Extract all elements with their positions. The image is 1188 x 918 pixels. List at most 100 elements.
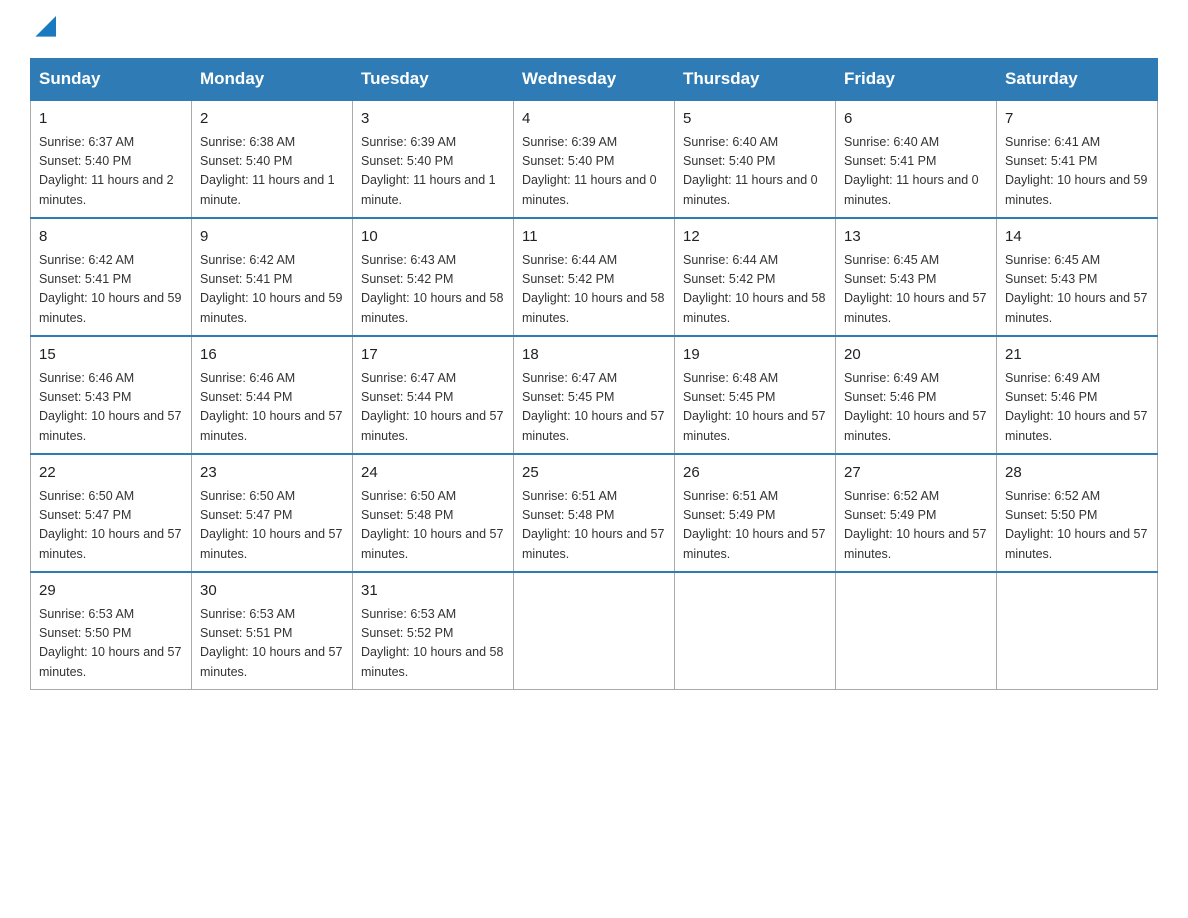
day-number: 20 bbox=[844, 344, 988, 367]
day-info: Sunrise: 6:46 AMSunset: 5:44 PMDaylight:… bbox=[200, 369, 344, 447]
day-number: 24 bbox=[361, 462, 505, 485]
day-number: 28 bbox=[1005, 462, 1149, 485]
day-number: 12 bbox=[683, 226, 827, 249]
calendar-cell: 5Sunrise: 6:40 AMSunset: 5:40 PMDaylight… bbox=[675, 100, 836, 218]
day-info: Sunrise: 6:53 AMSunset: 5:51 PMDaylight:… bbox=[200, 605, 344, 683]
calendar-week-row: 8Sunrise: 6:42 AMSunset: 5:41 PMDaylight… bbox=[31, 218, 1158, 336]
logo bbox=[30, 20, 56, 40]
calendar-cell: 7Sunrise: 6:41 AMSunset: 5:41 PMDaylight… bbox=[997, 100, 1158, 218]
calendar-cell: 31Sunrise: 6:53 AMSunset: 5:52 PMDayligh… bbox=[353, 572, 514, 690]
day-info: Sunrise: 6:42 AMSunset: 5:41 PMDaylight:… bbox=[200, 251, 344, 329]
header-friday: Friday bbox=[836, 59, 997, 101]
day-info: Sunrise: 6:53 AMSunset: 5:52 PMDaylight:… bbox=[361, 605, 505, 683]
calendar-cell: 30Sunrise: 6:53 AMSunset: 5:51 PMDayligh… bbox=[192, 572, 353, 690]
day-info: Sunrise: 6:52 AMSunset: 5:49 PMDaylight:… bbox=[844, 487, 988, 565]
calendar-cell: 14Sunrise: 6:45 AMSunset: 5:43 PMDayligh… bbox=[997, 218, 1158, 336]
calendar-cell: 28Sunrise: 6:52 AMSunset: 5:50 PMDayligh… bbox=[997, 454, 1158, 572]
day-info: Sunrise: 6:45 AMSunset: 5:43 PMDaylight:… bbox=[1005, 251, 1149, 329]
day-number: 26 bbox=[683, 462, 827, 485]
day-info: Sunrise: 6:39 AMSunset: 5:40 PMDaylight:… bbox=[522, 133, 666, 211]
header-wednesday: Wednesday bbox=[514, 59, 675, 101]
day-info: Sunrise: 6:49 AMSunset: 5:46 PMDaylight:… bbox=[844, 369, 988, 447]
calendar-cell: 24Sunrise: 6:50 AMSunset: 5:48 PMDayligh… bbox=[353, 454, 514, 572]
calendar-cell: 22Sunrise: 6:50 AMSunset: 5:47 PMDayligh… bbox=[31, 454, 192, 572]
day-number: 1 bbox=[39, 108, 183, 131]
calendar-cell bbox=[836, 572, 997, 690]
day-number: 11 bbox=[522, 226, 666, 249]
day-number: 15 bbox=[39, 344, 183, 367]
header-saturday: Saturday bbox=[997, 59, 1158, 101]
calendar-cell: 15Sunrise: 6:46 AMSunset: 5:43 PMDayligh… bbox=[31, 336, 192, 454]
day-info: Sunrise: 6:40 AMSunset: 5:41 PMDaylight:… bbox=[844, 133, 988, 211]
day-info: Sunrise: 6:48 AMSunset: 5:45 PMDaylight:… bbox=[683, 369, 827, 447]
calendar-cell: 3Sunrise: 6:39 AMSunset: 5:40 PMDaylight… bbox=[353, 100, 514, 218]
day-number: 6 bbox=[844, 108, 988, 131]
day-info: Sunrise: 6:44 AMSunset: 5:42 PMDaylight:… bbox=[683, 251, 827, 329]
day-number: 13 bbox=[844, 226, 988, 249]
day-number: 9 bbox=[200, 226, 344, 249]
header-thursday: Thursday bbox=[675, 59, 836, 101]
day-number: 2 bbox=[200, 108, 344, 131]
header-monday: Monday bbox=[192, 59, 353, 101]
calendar-cell: 18Sunrise: 6:47 AMSunset: 5:45 PMDayligh… bbox=[514, 336, 675, 454]
calendar-cell: 10Sunrise: 6:43 AMSunset: 5:42 PMDayligh… bbox=[353, 218, 514, 336]
calendar-cell: 19Sunrise: 6:48 AMSunset: 5:45 PMDayligh… bbox=[675, 336, 836, 454]
calendar-body: 1Sunrise: 6:37 AMSunset: 5:40 PMDaylight… bbox=[31, 100, 1158, 690]
header-sunday: Sunday bbox=[31, 59, 192, 101]
calendar-cell: 2Sunrise: 6:38 AMSunset: 5:40 PMDaylight… bbox=[192, 100, 353, 218]
calendar-week-row: 22Sunrise: 6:50 AMSunset: 5:47 PMDayligh… bbox=[31, 454, 1158, 572]
day-number: 8 bbox=[39, 226, 183, 249]
day-info: Sunrise: 6:38 AMSunset: 5:40 PMDaylight:… bbox=[200, 133, 344, 211]
calendar-cell: 4Sunrise: 6:39 AMSunset: 5:40 PMDaylight… bbox=[514, 100, 675, 218]
calendar-cell bbox=[997, 572, 1158, 690]
calendar-week-row: 15Sunrise: 6:46 AMSunset: 5:43 PMDayligh… bbox=[31, 336, 1158, 454]
day-info: Sunrise: 6:51 AMSunset: 5:49 PMDaylight:… bbox=[683, 487, 827, 565]
day-number: 21 bbox=[1005, 344, 1149, 367]
calendar-cell: 20Sunrise: 6:49 AMSunset: 5:46 PMDayligh… bbox=[836, 336, 997, 454]
day-number: 30 bbox=[200, 580, 344, 603]
calendar-cell: 17Sunrise: 6:47 AMSunset: 5:44 PMDayligh… bbox=[353, 336, 514, 454]
day-number: 23 bbox=[200, 462, 344, 485]
calendar-cell: 21Sunrise: 6:49 AMSunset: 5:46 PMDayligh… bbox=[997, 336, 1158, 454]
day-info: Sunrise: 6:53 AMSunset: 5:50 PMDaylight:… bbox=[39, 605, 183, 683]
day-info: Sunrise: 6:42 AMSunset: 5:41 PMDaylight:… bbox=[39, 251, 183, 329]
day-info: Sunrise: 6:37 AMSunset: 5:40 PMDaylight:… bbox=[39, 133, 183, 211]
day-number: 7 bbox=[1005, 108, 1149, 131]
calendar-cell: 9Sunrise: 6:42 AMSunset: 5:41 PMDaylight… bbox=[192, 218, 353, 336]
day-number: 17 bbox=[361, 344, 505, 367]
day-info: Sunrise: 6:50 AMSunset: 5:48 PMDaylight:… bbox=[361, 487, 505, 565]
day-info: Sunrise: 6:49 AMSunset: 5:46 PMDaylight:… bbox=[1005, 369, 1149, 447]
calendar-cell: 6Sunrise: 6:40 AMSunset: 5:41 PMDaylight… bbox=[836, 100, 997, 218]
calendar-week-row: 1Sunrise: 6:37 AMSunset: 5:40 PMDaylight… bbox=[31, 100, 1158, 218]
day-info: Sunrise: 6:47 AMSunset: 5:45 PMDaylight:… bbox=[522, 369, 666, 447]
calendar-week-row: 29Sunrise: 6:53 AMSunset: 5:50 PMDayligh… bbox=[31, 572, 1158, 690]
day-number: 5 bbox=[683, 108, 827, 131]
day-info: Sunrise: 6:50 AMSunset: 5:47 PMDaylight:… bbox=[39, 487, 183, 565]
calendar-cell: 26Sunrise: 6:51 AMSunset: 5:49 PMDayligh… bbox=[675, 454, 836, 572]
day-info: Sunrise: 6:46 AMSunset: 5:43 PMDaylight:… bbox=[39, 369, 183, 447]
calendar-cell: 16Sunrise: 6:46 AMSunset: 5:44 PMDayligh… bbox=[192, 336, 353, 454]
day-info: Sunrise: 6:40 AMSunset: 5:40 PMDaylight:… bbox=[683, 133, 827, 211]
day-number: 3 bbox=[361, 108, 505, 131]
calendar-cell: 11Sunrise: 6:44 AMSunset: 5:42 PMDayligh… bbox=[514, 218, 675, 336]
day-info: Sunrise: 6:51 AMSunset: 5:48 PMDaylight:… bbox=[522, 487, 666, 565]
calendar-cell: 1Sunrise: 6:37 AMSunset: 5:40 PMDaylight… bbox=[31, 100, 192, 218]
calendar-table: Sunday Monday Tuesday Wednesday Thursday… bbox=[30, 58, 1158, 690]
day-number: 22 bbox=[39, 462, 183, 485]
day-info: Sunrise: 6:45 AMSunset: 5:43 PMDaylight:… bbox=[844, 251, 988, 329]
day-number: 4 bbox=[522, 108, 666, 131]
weekday-header-row: Sunday Monday Tuesday Wednesday Thursday… bbox=[31, 59, 1158, 101]
day-info: Sunrise: 6:41 AMSunset: 5:41 PMDaylight:… bbox=[1005, 133, 1149, 211]
calendar-cell: 29Sunrise: 6:53 AMSunset: 5:50 PMDayligh… bbox=[31, 572, 192, 690]
day-number: 19 bbox=[683, 344, 827, 367]
day-info: Sunrise: 6:44 AMSunset: 5:42 PMDaylight:… bbox=[522, 251, 666, 329]
page-header bbox=[30, 20, 1158, 40]
day-info: Sunrise: 6:50 AMSunset: 5:47 PMDaylight:… bbox=[200, 487, 344, 565]
calendar-cell bbox=[514, 572, 675, 690]
header-tuesday: Tuesday bbox=[353, 59, 514, 101]
day-number: 29 bbox=[39, 580, 183, 603]
day-number: 10 bbox=[361, 226, 505, 249]
day-number: 16 bbox=[200, 344, 344, 367]
calendar-cell: 12Sunrise: 6:44 AMSunset: 5:42 PMDayligh… bbox=[675, 218, 836, 336]
day-number: 25 bbox=[522, 462, 666, 485]
